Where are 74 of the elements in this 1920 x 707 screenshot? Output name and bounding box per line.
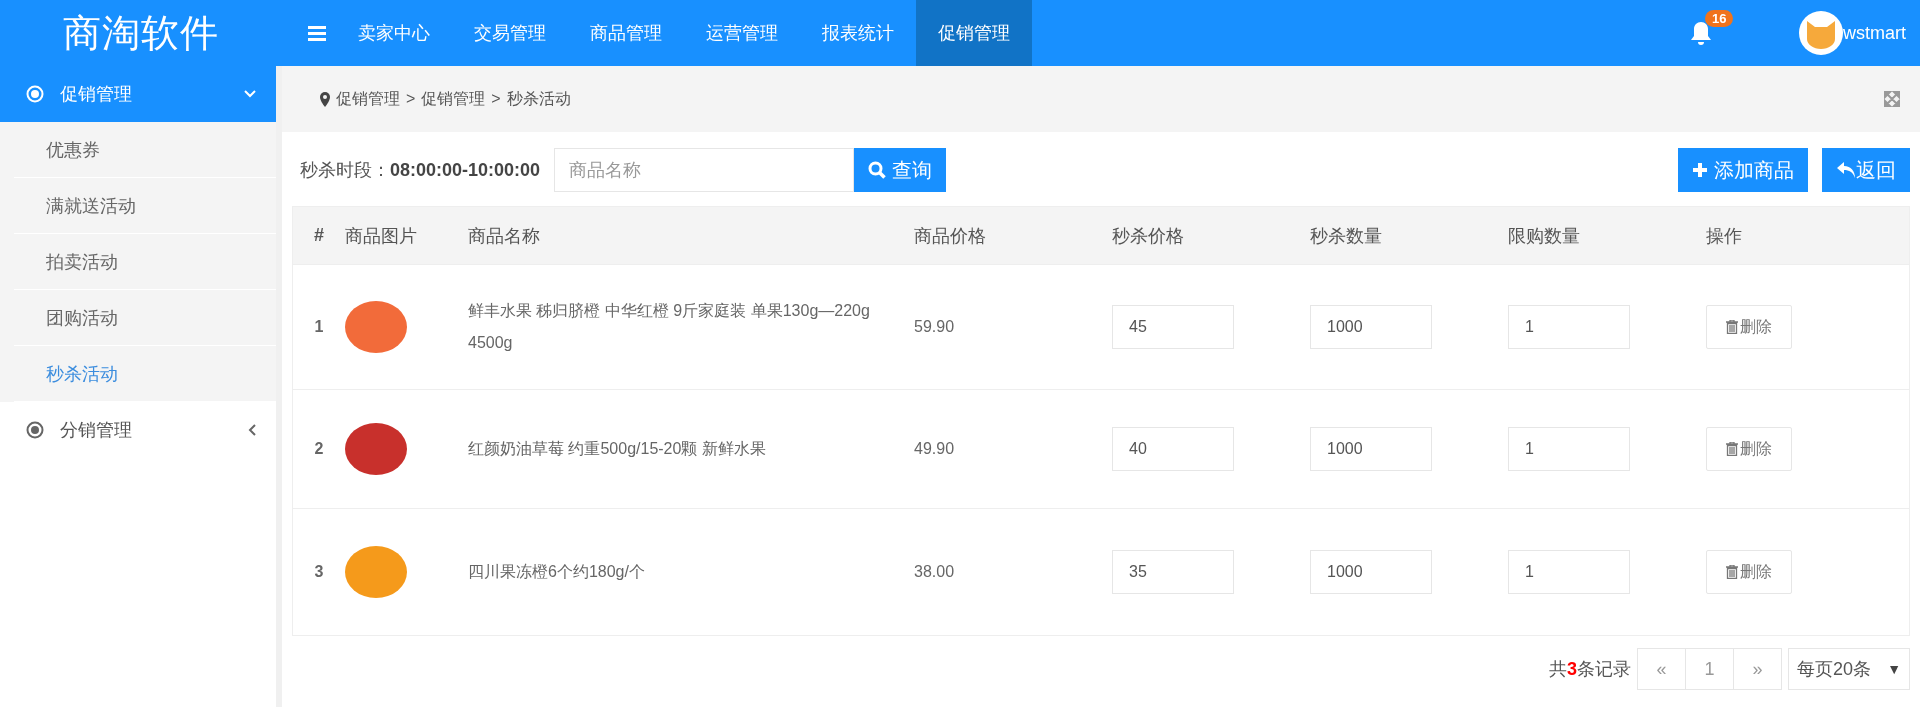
input-field[interactable]: 35 (1112, 550, 1234, 594)
column-header: 秒杀价格 (1112, 224, 1185, 248)
next-page-button[interactable]: » (1733, 649, 1782, 689)
chevron-down-icon (244, 90, 256, 98)
column-header: 商品图片 (345, 224, 418, 248)
input-field[interactable]: 45 (1112, 305, 1234, 349)
sidebar-item[interactable]: 秒杀活动 (14, 346, 276, 402)
delete-button[interactable]: 删除 (1706, 427, 1792, 471)
chevron-left-icon (248, 424, 256, 436)
breadcrumb-item[interactable]: 促销管理 (421, 88, 486, 110)
table-cell-text: 59.90 (914, 318, 956, 336)
sidebar-item[interactable]: 优惠券 (14, 122, 276, 178)
breadcrumb-separator: > (406, 90, 416, 108)
reply-arrow-icon (1836, 161, 1856, 179)
delete-button[interactable]: 删除 (1706, 305, 1792, 349)
sidebar-item[interactable]: 拍卖活动 (14, 234, 276, 290)
bell-icon[interactable] (1689, 20, 1713, 46)
trash-icon (1726, 320, 1738, 334)
column-header: 操作 (1706, 224, 1743, 248)
logo-text: 商淘软件 (62, 9, 220, 57)
radio-dot-icon (26, 85, 44, 103)
record-count: 共3条记录 (1549, 658, 1632, 681)
breadcrumb-separator: > (491, 90, 501, 108)
input-field[interactable]: 1000 (1310, 550, 1432, 594)
delete-button[interactable]: 删除 (1706, 550, 1792, 594)
table-cell-text: 38.00 (914, 563, 956, 581)
product-name[interactable]: 四川果冻橙6个约180g/个 (468, 556, 914, 588)
radio-dot-icon (26, 421, 44, 439)
menu-icon[interactable] (308, 25, 326, 41)
column-header: 商品名称 (468, 224, 541, 248)
location-pin-icon (320, 91, 330, 107)
previous-page-button[interactable]: « (1638, 649, 1686, 689)
trash-icon (1726, 442, 1738, 456)
input-field[interactable]: 40 (1112, 427, 1234, 471)
nav-tab[interactable]: 报表统计 (800, 0, 916, 66)
user-name[interactable]: wstmart (1843, 22, 1906, 44)
input-field[interactable]: 1000 (1310, 427, 1432, 471)
search-button[interactable]: 查询 (854, 148, 947, 192)
product-name[interactable]: 鲜丰水果 秭归脐橙 中华红橙 9斤家庭装 单果130g—220g 4500g (468, 295, 914, 359)
avatar[interactable] (1799, 11, 1843, 55)
back-button[interactable]: 返回 (1822, 148, 1910, 192)
page-button[interactable]: 1 (1685, 649, 1734, 689)
add-product-button[interactable]: 添加商品 (1678, 148, 1808, 192)
page-size-select[interactable]: 每页20条 ▼ (1788, 648, 1910, 690)
sidebar-item[interactable]: 满就送活动 (14, 178, 276, 234)
input-field[interactable]: 1 (1508, 305, 1630, 349)
period-label: 秒杀时段：08:00:00-10:00:00 (300, 159, 541, 182)
search-field[interactable]: 商品名称 (554, 148, 855, 192)
breadcrumb-item[interactable]: 促销管理 (336, 88, 400, 110)
input-field[interactable]: 1 (1508, 550, 1630, 594)
column-header: 商品价格 (914, 224, 987, 248)
plus-icon (1692, 162, 1708, 178)
input-field[interactable]: 1000 (1310, 305, 1432, 349)
table-cell-text: 1 (313, 318, 325, 336)
nav-tab[interactable]: 商品管理 (568, 0, 684, 66)
column-header: 限购数量 (1508, 224, 1581, 248)
input-field[interactable]: 1 (1508, 427, 1630, 471)
column-header: 秒杀数量 (1310, 224, 1383, 248)
product-name[interactable]: 红颜奶油草莓 约重500g/15-20颗 新鲜水果 (468, 433, 914, 465)
column-header: # (313, 225, 325, 246)
sidebar-group[interactable]: 分销管理 (0, 402, 276, 458)
nav-tab[interactable]: 促销管理 (916, 0, 1032, 66)
trash-icon (1726, 565, 1738, 579)
nav-tab[interactable]: 卖家中心 (336, 0, 452, 66)
nav-tab[interactable]: 交易管理 (452, 0, 568, 66)
table-cell-text: 49.90 (914, 440, 956, 458)
table-cell-text: 3 (313, 563, 325, 581)
breadcrumb-item[interactable]: 秒杀活动 (506, 88, 571, 110)
notification-badge: 16 (1705, 10, 1734, 27)
search-icon (868, 161, 887, 179)
sidebar-item[interactable]: 团购活动 (14, 290, 276, 346)
sidebar-group[interactable]: 促销管理 (0, 66, 276, 122)
table-cell-text: 2 (313, 440, 325, 458)
nav-tab[interactable]: 运营管理 (684, 0, 800, 66)
